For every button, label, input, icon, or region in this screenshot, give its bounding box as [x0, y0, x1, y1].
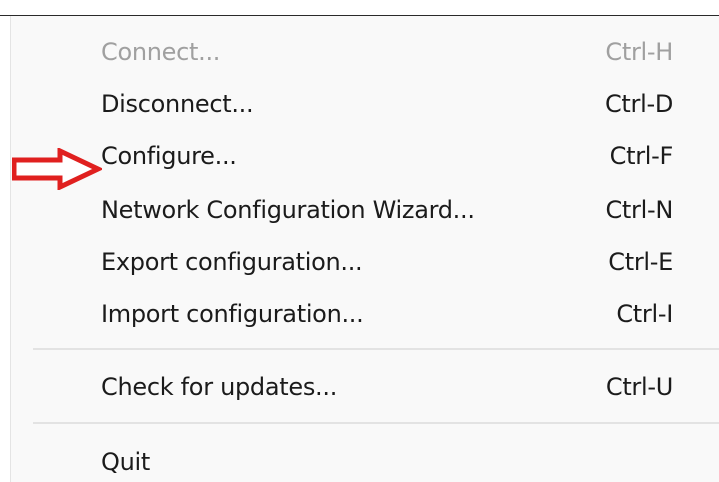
menu-item-export-configuration[interactable]: Export configuration... Ctrl-E: [11, 236, 719, 288]
menu-item-network-configuration-wizard[interactable]: Network Configuration Wizard... Ctrl-N: [11, 184, 719, 236]
menu-item-quit[interactable]: Quit: [11, 436, 719, 482]
menu-item-label: Disconnect...: [101, 90, 254, 118]
menu-separator: [33, 422, 719, 424]
menu-item-label: Check for updates...: [101, 373, 338, 401]
menu-item-check-for-updates[interactable]: Check for updates... Ctrl-U: [11, 361, 719, 413]
menu-item-label: Import configuration...: [101, 300, 364, 328]
menu-item-label: Configure...: [101, 142, 237, 170]
menu-item-shortcut: Ctrl-F: [609, 142, 674, 170]
menu-item-label: Export configuration...: [101, 248, 363, 276]
menu-item-connect[interactable]: Connect... Ctrl-H: [11, 26, 719, 78]
menu-item-configure[interactable]: Configure... Ctrl-F: [11, 130, 719, 182]
window-top-edge: [0, 0, 719, 16]
screenshot: Connect... Ctrl-H Disconnect... Ctrl-D C…: [0, 0, 719, 482]
menu-item-shortcut: Ctrl-U: [605, 373, 673, 401]
red-arrow-icon: [12, 148, 102, 190]
menu-item-shortcut: Ctrl-I: [616, 300, 673, 328]
menu-item-label: Connect...: [101, 38, 221, 66]
menu-item-label: Network Configuration Wizard...: [101, 196, 475, 224]
menu-item-shortcut: Ctrl-E: [608, 248, 673, 276]
menu-separator: [33, 348, 719, 350]
menu-item-import-configuration[interactable]: Import configuration... Ctrl-I: [11, 288, 719, 340]
menu-item-shortcut: Ctrl-D: [604, 90, 673, 118]
menu-item-disconnect[interactable]: Disconnect... Ctrl-D: [11, 78, 719, 130]
menu-item-label: Quit: [101, 448, 150, 476]
menu-item-shortcut: Ctrl-N: [605, 196, 673, 224]
menu-item-shortcut: Ctrl-H: [605, 38, 673, 66]
context-menu: Connect... Ctrl-H Disconnect... Ctrl-D C…: [10, 16, 719, 482]
